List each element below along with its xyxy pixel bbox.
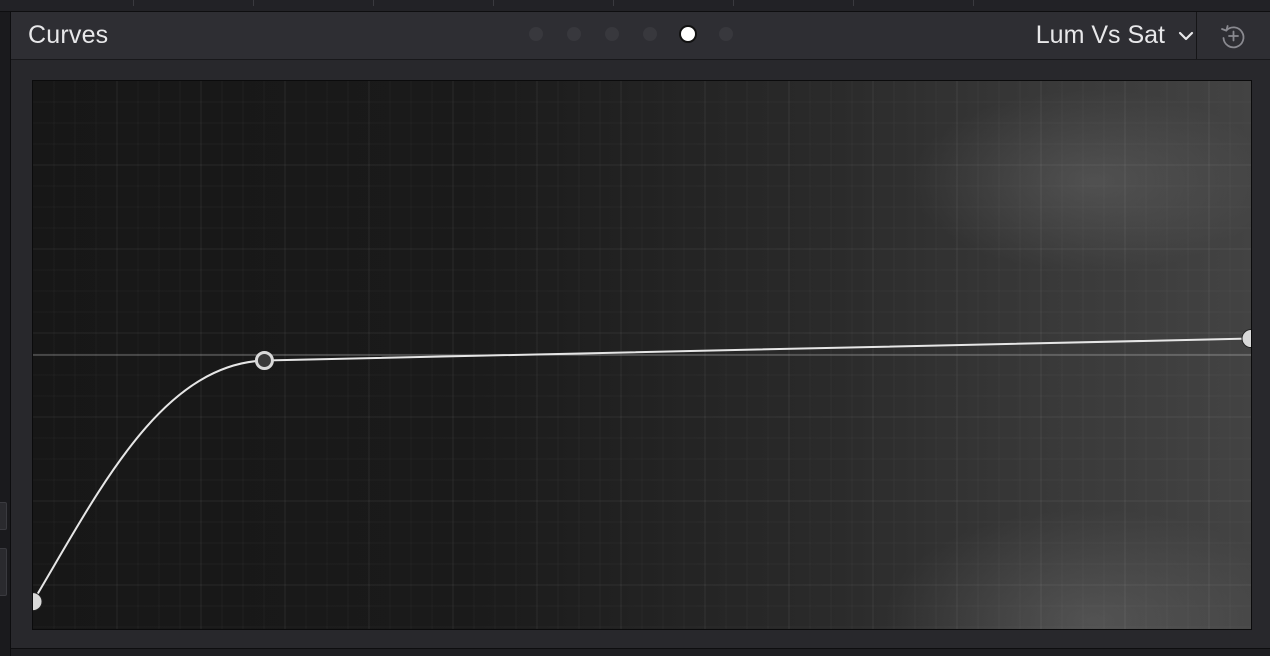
reset-icon[interactable] (1218, 21, 1248, 51)
strip-separator (493, 0, 494, 6)
page-dot-4[interactable] (643, 27, 657, 41)
curve-graph-svg[interactable] (33, 81, 1251, 629)
curves-panel: Curves Lum Vs Sat (11, 12, 1270, 648)
gutter-tab[interactable] (0, 548, 7, 596)
chevron-down-icon (1178, 31, 1194, 40)
page-dot-2[interactable] (567, 27, 581, 41)
strip-separator (973, 0, 974, 6)
panel-header: Curves Lum Vs Sat (11, 12, 1270, 60)
control-point-start[interactable] (33, 592, 43, 612)
curves-panel-window: Curves Lum Vs Sat (0, 0, 1270, 656)
panel-title: Curves (28, 21, 109, 49)
strip-separator (133, 0, 134, 6)
control-point-selected[interactable] (254, 350, 274, 370)
header-divider (1196, 12, 1197, 59)
page-dot-1[interactable] (529, 27, 543, 41)
page-dot-6[interactable] (719, 27, 733, 41)
strip-separator (253, 0, 254, 6)
strip-separator (733, 0, 734, 6)
strip-separator (373, 0, 374, 6)
curve-mode-dropdown[interactable]: Lum Vs Sat (1036, 21, 1195, 50)
control-point-end[interactable] (1241, 329, 1251, 349)
strip-separator (853, 0, 854, 6)
bottom-strip (11, 648, 1270, 656)
top-toolbar-strip (0, 0, 1270, 12)
left-gutter (0, 12, 11, 656)
curve-graph[interactable] (32, 80, 1252, 630)
page-dot-3[interactable] (605, 27, 619, 41)
curve-mode-label: Lum Vs Sat (1035, 21, 1165, 49)
page-dot-5[interactable] (679, 25, 697, 43)
gutter-tab[interactable] (0, 502, 7, 530)
strip-separator (613, 0, 614, 6)
page-indicator (529, 25, 757, 43)
